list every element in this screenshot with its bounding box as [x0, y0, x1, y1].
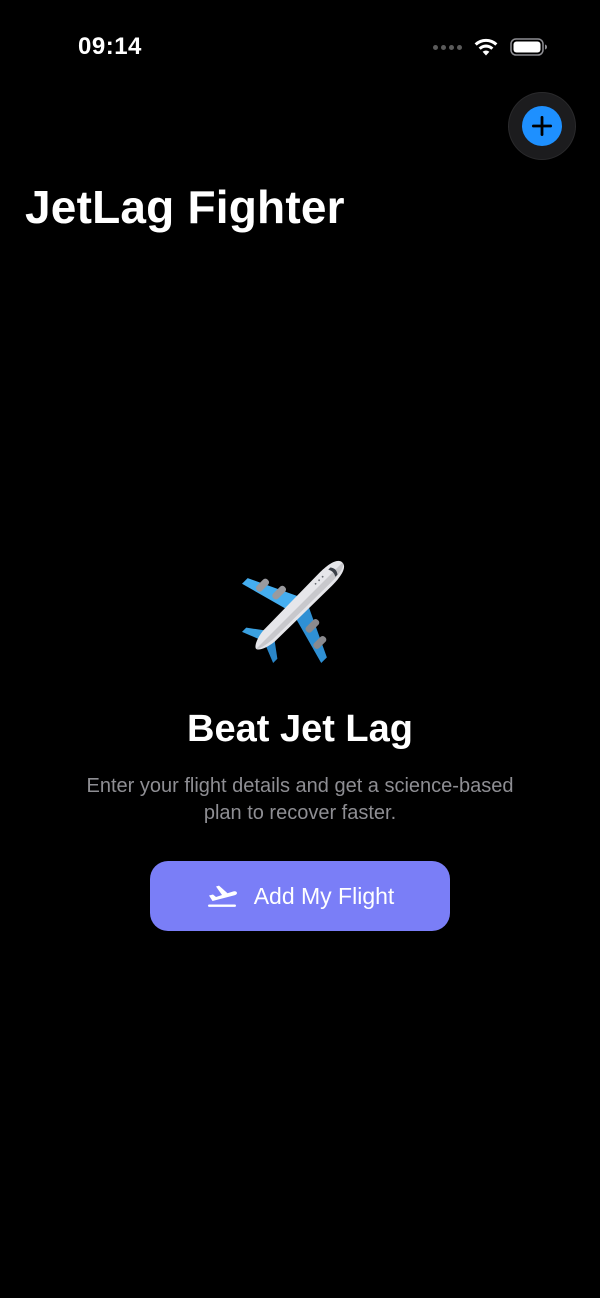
wifi-icon	[474, 38, 498, 56]
empty-state: Beat Jet Lag Enter your flight details a…	[0, 540, 600, 931]
airplane-icon	[235, 540, 365, 670]
status-icons	[433, 38, 548, 56]
empty-state-description: Enter your flight details and get a scie…	[86, 775, 514, 824]
status-time: 09:14	[78, 33, 142, 60]
add-my-flight-button[interactable]: Add My Flight	[150, 861, 450, 931]
signal-dots-icon	[433, 44, 462, 50]
status-bar: 09:14	[0, 0, 600, 96]
plus-icon	[522, 106, 562, 146]
battery-icon	[510, 38, 548, 56]
add-my-flight-label: Add My Flight	[253, 882, 395, 909]
empty-state-title: Beat Jet Lag	[187, 708, 413, 750]
airplane-departure-icon	[206, 884, 238, 908]
page-title: JetLag Fighter	[25, 181, 345, 233]
add-flight-fab[interactable]	[509, 93, 575, 159]
